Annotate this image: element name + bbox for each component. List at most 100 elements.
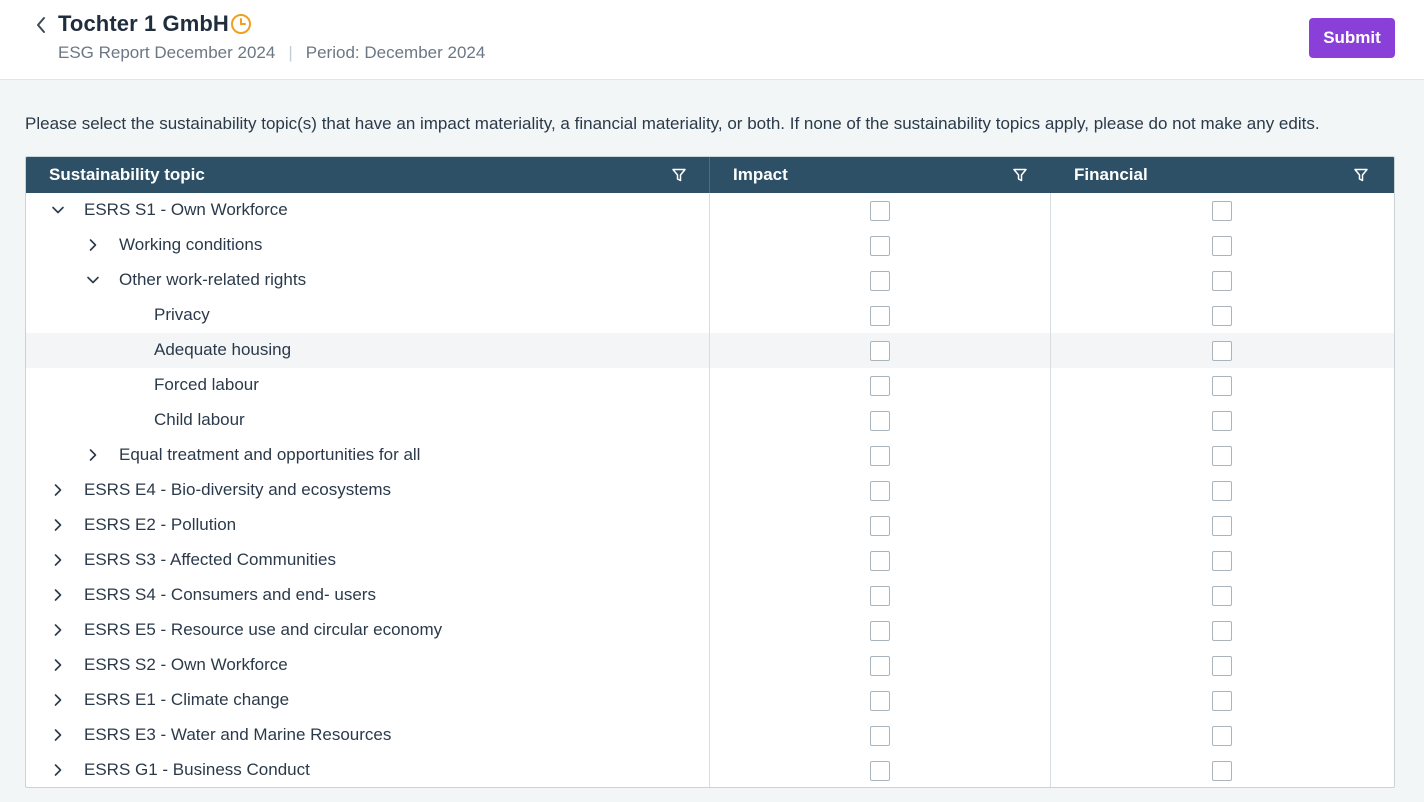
chevron-right-icon[interactable] bbox=[85, 237, 101, 253]
topic-label: ESRS S3 - Affected Communities bbox=[84, 550, 336, 569]
topic-label: ESRS S1 - Own Workforce bbox=[84, 200, 288, 219]
financial-checkbox[interactable] bbox=[1212, 726, 1232, 746]
table-row[interactable]: Other work-related rights bbox=[26, 263, 1394, 298]
submit-button[interactable]: Submit bbox=[1309, 18, 1395, 58]
impact-checkbox[interactable] bbox=[870, 586, 890, 606]
chevron-left-icon[interactable] bbox=[31, 13, 51, 37]
financial-checkbox[interactable] bbox=[1212, 761, 1232, 781]
impact-checkbox[interactable] bbox=[870, 411, 890, 431]
impact-checkbox[interactable] bbox=[870, 761, 890, 781]
topic-cell: Forced labour bbox=[26, 368, 710, 403]
topic-cell: ESRS E1 - Climate change bbox=[26, 683, 710, 718]
financial-checkbox[interactable] bbox=[1212, 411, 1232, 431]
topic-label: Equal treatment and opportunities for al… bbox=[119, 445, 421, 464]
column-header-label: Impact bbox=[733, 165, 788, 184]
chevron-right-icon[interactable] bbox=[85, 447, 101, 463]
chevron-right-icon[interactable] bbox=[50, 727, 66, 743]
impact-checkbox[interactable] bbox=[870, 726, 890, 746]
column-header-topic[interactable]: Sustainability topic bbox=[26, 157, 710, 193]
financial-checkbox[interactable] bbox=[1212, 551, 1232, 571]
chevron-right-icon[interactable] bbox=[50, 622, 66, 638]
impact-checkbox[interactable] bbox=[870, 481, 890, 501]
table-row[interactable]: ESRS G1 - Business Conduct bbox=[26, 753, 1394, 787]
table-row[interactable]: Adequate housing bbox=[26, 333, 1394, 368]
impact-checkbox[interactable] bbox=[870, 341, 890, 361]
topic-label: Working conditions bbox=[119, 235, 263, 254]
chevron-right-icon[interactable] bbox=[50, 517, 66, 533]
impact-checkbox[interactable] bbox=[870, 271, 890, 291]
impact-checkbox[interactable] bbox=[870, 516, 890, 536]
impact-checkbox[interactable] bbox=[870, 306, 890, 326]
topic-cell: Privacy bbox=[26, 298, 710, 333]
topic-cell: ESRS E4 - Bio-diversity and ecosystems bbox=[26, 473, 710, 508]
chevron-right-icon[interactable] bbox=[50, 762, 66, 778]
financial-checkbox[interactable] bbox=[1212, 376, 1232, 396]
topic-label: Child labour bbox=[154, 410, 245, 429]
table-row[interactable]: ESRS E3 - Water and Marine Resources bbox=[26, 718, 1394, 753]
financial-checkbox[interactable] bbox=[1212, 516, 1232, 536]
financial-checkbox[interactable] bbox=[1212, 446, 1232, 466]
chevron-down-icon[interactable] bbox=[85, 272, 101, 288]
table-row[interactable]: ESRS E4 - Bio-diversity and ecosystems bbox=[26, 473, 1394, 508]
impact-checkbox[interactable] bbox=[870, 551, 890, 571]
financial-checkbox[interactable] bbox=[1212, 306, 1232, 326]
impact-checkbox[interactable] bbox=[870, 446, 890, 466]
topic-cell: ESRS S4 - Consumers and end- users bbox=[26, 578, 710, 613]
impact-checkbox[interactable] bbox=[870, 656, 890, 676]
grid-header: Sustainability topic Impact Financial bbox=[26, 157, 1394, 193]
financial-checkbox[interactable] bbox=[1212, 341, 1232, 361]
report-period: Period: December 2024 bbox=[305, 43, 486, 62]
table-row[interactable]: Privacy bbox=[26, 298, 1394, 333]
financial-checkbox[interactable] bbox=[1212, 586, 1232, 606]
filter-icon[interactable] bbox=[671, 167, 687, 183]
clock-icon bbox=[231, 14, 251, 34]
financial-checkbox[interactable] bbox=[1212, 201, 1232, 221]
financial-checkbox[interactable] bbox=[1212, 481, 1232, 501]
page-header: Tochter 1 GmbH ESG Report December 2024 |… bbox=[0, 0, 1424, 80]
table-row[interactable]: ESRS S2 - Own Workforce bbox=[26, 648, 1394, 683]
filter-icon[interactable] bbox=[1012, 167, 1028, 183]
materiality-grid: Sustainability topic Impact Financial ES… bbox=[25, 156, 1395, 788]
financial-checkbox[interactable] bbox=[1212, 236, 1232, 256]
topic-label: Privacy bbox=[154, 305, 210, 324]
chevron-right-icon[interactable] bbox=[50, 482, 66, 498]
financial-checkbox[interactable] bbox=[1212, 621, 1232, 641]
table-row[interactable]: Equal treatment and opportunities for al… bbox=[26, 438, 1394, 473]
topic-label: Forced labour bbox=[154, 375, 259, 394]
topic-cell: ESRS S2 - Own Workforce bbox=[26, 648, 710, 683]
table-row[interactable]: ESRS E2 - Pollution bbox=[26, 508, 1394, 543]
financial-checkbox[interactable] bbox=[1212, 691, 1232, 711]
table-row[interactable]: Working conditions bbox=[26, 228, 1394, 263]
table-row[interactable]: ESRS E1 - Climate change bbox=[26, 683, 1394, 718]
chevron-right-icon[interactable] bbox=[50, 552, 66, 568]
topic-label: Other work-related rights bbox=[119, 270, 307, 289]
filter-icon[interactable] bbox=[1353, 167, 1369, 183]
topic-cell: Equal treatment and opportunities for al… bbox=[26, 438, 710, 473]
page-title: Tochter 1 GmbH bbox=[58, 11, 229, 36]
topic-label: ESRS E4 - Bio-diversity and ecosystems bbox=[84, 480, 392, 499]
impact-checkbox[interactable] bbox=[870, 236, 890, 256]
table-row[interactable]: ESRS S3 - Affected Communities bbox=[26, 543, 1394, 578]
table-row[interactable]: ESRS S4 - Consumers and end- users bbox=[26, 578, 1394, 613]
financial-checkbox[interactable] bbox=[1212, 656, 1232, 676]
impact-checkbox[interactable] bbox=[870, 691, 890, 711]
chevron-right-icon[interactable] bbox=[50, 587, 66, 603]
topic-cell: Child labour bbox=[26, 403, 710, 438]
table-row[interactable]: Forced labour bbox=[26, 368, 1394, 403]
financial-checkbox[interactable] bbox=[1212, 271, 1232, 291]
topic-cell: Working conditions bbox=[26, 228, 710, 263]
topic-cell: ESRS E3 - Water and Marine Resources bbox=[26, 718, 710, 753]
column-header-impact[interactable]: Impact bbox=[710, 157, 1051, 193]
chevron-right-icon[interactable] bbox=[50, 692, 66, 708]
topic-cell: ESRS S1 - Own Workforce bbox=[26, 193, 710, 228]
table-row[interactable]: ESRS E5 - Resource use and circular econ… bbox=[26, 613, 1394, 648]
topic-cell: ESRS G1 - Business Conduct bbox=[26, 753, 710, 787]
chevron-right-icon[interactable] bbox=[50, 657, 66, 673]
table-row[interactable]: ESRS S1 - Own Workforce bbox=[26, 193, 1394, 228]
impact-checkbox[interactable] bbox=[870, 376, 890, 396]
impact-checkbox[interactable] bbox=[870, 201, 890, 221]
chevron-down-icon[interactable] bbox=[50, 202, 66, 218]
column-header-financial[interactable]: Financial bbox=[1051, 157, 1394, 193]
table-row[interactable]: Child labour bbox=[26, 403, 1394, 438]
impact-checkbox[interactable] bbox=[870, 621, 890, 641]
